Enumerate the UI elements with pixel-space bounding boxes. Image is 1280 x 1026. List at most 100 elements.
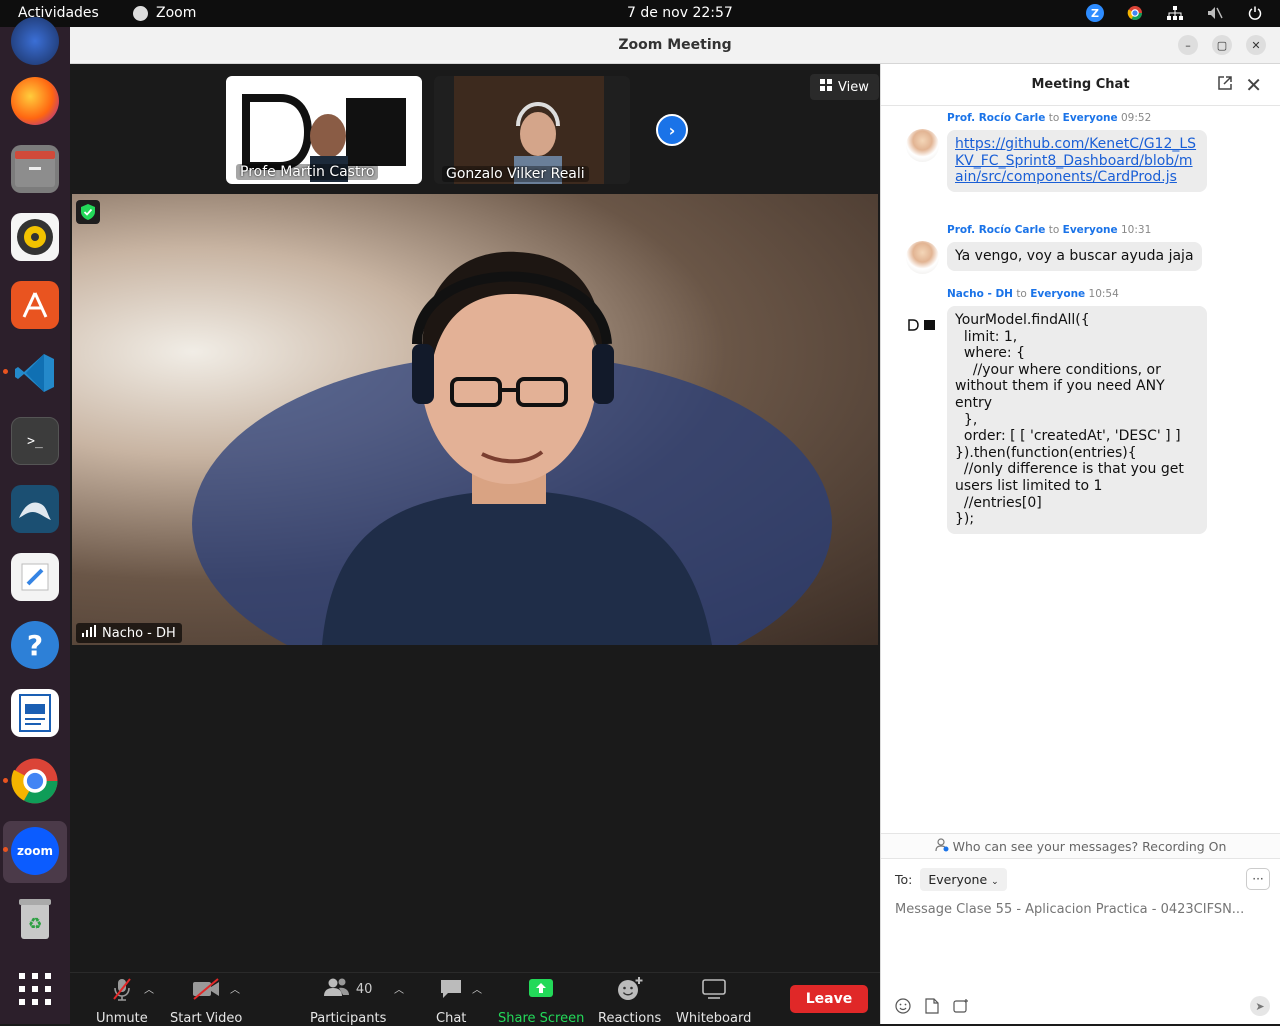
volume-muted-icon[interactable]: [1206, 4, 1224, 22]
close-chat-icon[interactable]: ✕: [1245, 73, 1262, 97]
unmute-button[interactable]: Unmute: [96, 977, 148, 1026]
participants-icon: [323, 977, 350, 1001]
help-icon[interactable]: ?: [11, 621, 59, 669]
message-bubble: Ya vengo, voy a buscar ayuda jaja: [947, 242, 1202, 271]
emoji-icon[interactable]: [895, 998, 911, 1018]
meeting-area: Profe Martin Castro Gonzalo Vilker Reali…: [70, 64, 880, 972]
leave-button[interactable]: Leave: [790, 985, 868, 1013]
message-time: 10:31: [1120, 224, 1152, 236]
chat-icon: [439, 977, 463, 1001]
window-title: Zoom Meeting: [618, 37, 732, 53]
message-to: to: [1048, 224, 1060, 236]
participant-thumbnail[interactable]: Profe Martin Castro: [226, 76, 422, 184]
message-bubble: https://github.com/KenetC/G12_LSKV_FC_Sp…: [947, 130, 1207, 192]
avatar: [906, 241, 939, 274]
active-speaker-video[interactable]: Nacho - DH: [72, 194, 878, 645]
file-icon[interactable]: [925, 998, 939, 1018]
message-recipient: Everyone: [1062, 224, 1118, 236]
send-icon[interactable]: ➤: [1250, 996, 1270, 1016]
clock[interactable]: 7 de nov 22:57: [627, 5, 733, 21]
whiteboard-button[interactable]: Whiteboard: [676, 977, 751, 1026]
firefox-icon[interactable]: [11, 77, 59, 125]
reactions-button[interactable]: Reactions: [598, 977, 661, 1026]
power-icon[interactable]: [1246, 4, 1264, 22]
svg-text:♻: ♻: [28, 914, 42, 933]
mysql-workbench-icon[interactable]: [11, 485, 59, 533]
text-editor-icon[interactable]: [11, 553, 59, 601]
meeting-toolbar: Unmute ︿ Start Video ︿ 40 Participants ︿…: [70, 972, 880, 1026]
chrome-tray-icon[interactable]: [1126, 4, 1144, 22]
recipient-row: To: Everyone ⌄: [895, 868, 1007, 891]
next-page-button[interactable]: ›: [656, 114, 688, 146]
video-options-caret[interactable]: ︿: [230, 981, 240, 996]
screenshot-icon[interactable]: [953, 998, 969, 1018]
grid-icon: [820, 79, 832, 95]
message-link[interactable]: https://github.com/KenetC/G12_LSKV_FC_Sp…: [955, 136, 1196, 185]
share-screen-icon: [529, 977, 554, 1001]
chrome-running-dot: [3, 778, 8, 783]
application-dock: >_ ? zoom ♻: [0, 17, 70, 1024]
participants-count: 40: [355, 981, 373, 997]
chrome-icon[interactable]: [11, 757, 59, 805]
meeting-chat-panel: Meeting Chat ✕ Prof. Rocío Carle to Ever…: [880, 64, 1280, 1024]
recipient-dropdown[interactable]: Everyone ⌄: [920, 868, 1007, 891]
participant-thumbnail[interactable]: Gonzalo Vilker Reali: [434, 76, 630, 184]
message-meta: Nacho - DH to Everyone 10:54: [947, 288, 1119, 300]
terminal-icon[interactable]: >_: [11, 417, 59, 465]
chat-visibility-notice[interactable]: Who can see your messages? Recording On: [881, 833, 1280, 859]
pop-out-icon[interactable]: [1218, 76, 1232, 94]
dh-avatar-icon: [908, 316, 936, 335]
maximize-button[interactable]: ▢: [1212, 35, 1232, 55]
audio-options-caret[interactable]: ︿: [144, 981, 154, 996]
thumbnail-name: Gonzalo Vilker Reali: [442, 166, 589, 182]
minimize-button[interactable]: –: [1178, 35, 1198, 55]
trash-icon[interactable]: ♻: [11, 895, 59, 943]
close-window-button[interactable]: ✕: [1246, 35, 1266, 55]
whiteboard-icon: [701, 977, 726, 1001]
app-menu[interactable]: Zoom: [133, 5, 196, 21]
vscode-running-dot: [3, 369, 8, 374]
zoom-dock-icon[interactable]: zoom: [11, 827, 59, 875]
signal-strength-icon: [82, 625, 96, 641]
system-top-bar: Actividades Zoom 7 de nov 22:57 Z: [0, 0, 1280, 27]
message-sender: Prof. Rocío Carle: [947, 112, 1046, 124]
chevron-down-icon: ⌄: [991, 877, 999, 887]
zoom-running-dot: [3, 847, 8, 852]
more-options-button[interactable]: ···: [1246, 868, 1270, 890]
view-label: View: [838, 79, 869, 95]
message-to: to: [1016, 288, 1027, 300]
reactions-icon: [617, 977, 643, 1001]
to-label: To:: [895, 872, 913, 887]
message-to: to: [1048, 112, 1060, 124]
writer-icon[interactable]: [11, 689, 59, 737]
message-sender: Prof. Rocío Carle: [947, 224, 1046, 236]
view-button[interactable]: View: [810, 74, 879, 100]
participants-button[interactable]: 40 Participants: [310, 977, 386, 1026]
system-tray: Z: [1086, 4, 1264, 22]
chat-button[interactable]: Chat: [436, 977, 466, 1026]
speaker-name: Nacho - DH: [102, 625, 176, 641]
message-recipient: Everyone: [1062, 112, 1118, 124]
chat-visibility-text: Who can see your messages? Recording On: [952, 838, 1227, 854]
message-time: 09:52: [1120, 112, 1152, 124]
chat-header: Meeting Chat ✕: [881, 64, 1280, 106]
participants-options-caret[interactable]: ︿: [394, 981, 404, 996]
zoom-tray-icon[interactable]: Z: [1086, 4, 1104, 22]
encryption-shield-icon[interactable]: [76, 200, 100, 224]
message-input[interactable]: [895, 902, 1265, 917]
thumbnail-name: Profe Martin Castro: [236, 164, 379, 180]
firefox-partial-icon[interactable]: [11, 17, 59, 65]
speaker-video-frame: [192, 251, 832, 645]
person-visibility-icon: [934, 837, 949, 855]
show-apps-icon[interactable]: [11, 965, 59, 1013]
message-meta: Prof. Rocío Carle to Everyone 10:31: [947, 224, 1151, 236]
rhythmbox-icon[interactable]: [11, 213, 59, 261]
app-menu-label: Zoom: [156, 5, 197, 21]
chat-options-caret[interactable]: ︿: [472, 981, 482, 996]
share-screen-button[interactable]: Share Screen: [498, 977, 584, 1026]
app-center-icon[interactable]: [11, 281, 59, 329]
vscode-icon[interactable]: [11, 349, 59, 397]
network-icon[interactable]: [1166, 4, 1184, 22]
zoom-app-icon: [133, 5, 148, 21]
files-icon[interactable]: [11, 145, 59, 193]
